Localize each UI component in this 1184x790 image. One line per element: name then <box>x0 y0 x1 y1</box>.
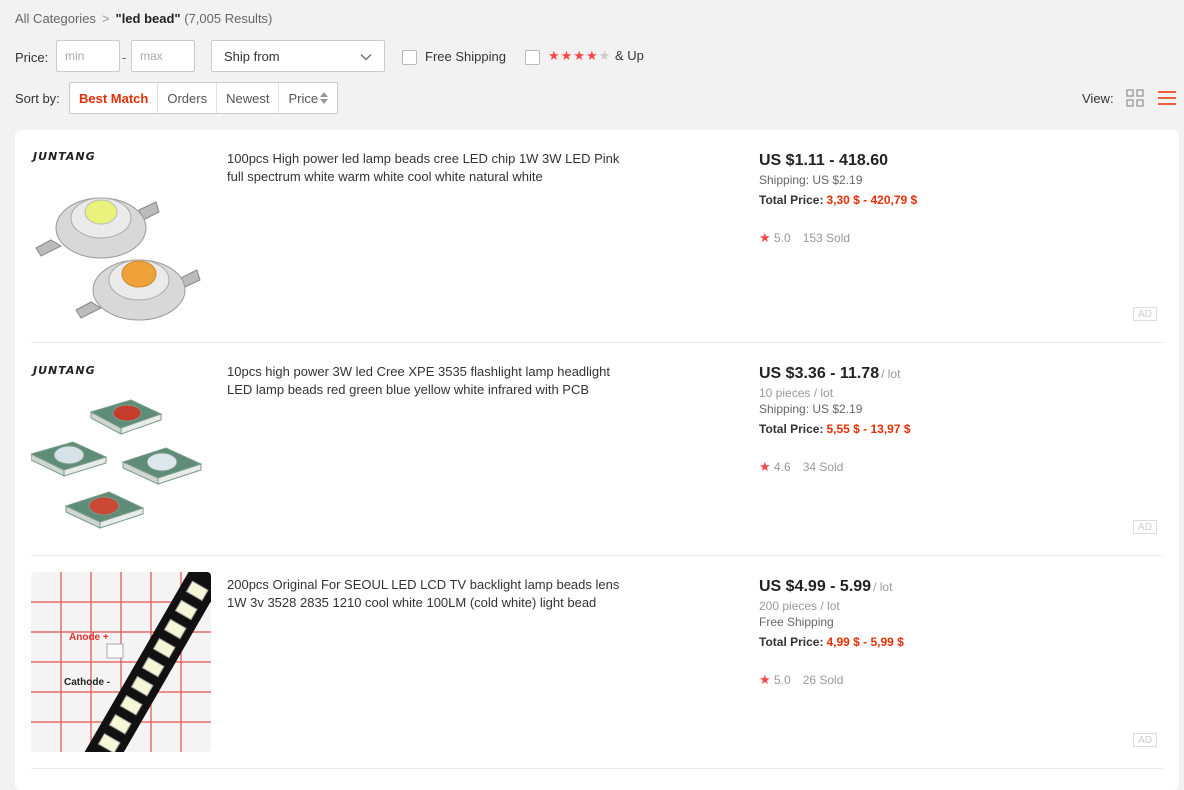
grid-view-icon[interactable] <box>1126 89 1144 110</box>
price-block: US $4.99 - 5.99/ lot 200 pieces / lot Fr… <box>759 578 1089 688</box>
star-icon: ★ <box>548 48 561 63</box>
ad-badge: AD <box>1133 520 1157 534</box>
rating-row: ★ 5.0 153 Sold <box>759 230 1089 246</box>
product-title[interactable]: 100pcs High power led lamp beads cree LE… <box>227 150 637 186</box>
rating-value: 5.0 <box>774 231 791 245</box>
sold-count: 34 Sold <box>802 460 844 474</box>
price-max-input[interactable] <box>131 40 195 72</box>
pieces-per-lot: 10 pieces / lot <box>759 386 834 400</box>
free-shipping-checkbox[interactable] <box>402 50 417 65</box>
price-value: US $3.36 - 11.78 <box>759 365 880 382</box>
sort-options: Best Match Orders Newest Price <box>69 82 339 114</box>
sort-best-match[interactable]: Best Match <box>70 83 157 113</box>
result-count: (7,005 Results) <box>184 11 273 26</box>
ship-from-label: Ship from <box>224 48 280 64</box>
star-icon: ★ <box>560 48 574 63</box>
price-value: US $4.99 - 5.99 <box>759 578 872 595</box>
total-price-value: 5,55 $ - 13,97 $ <box>826 422 911 436</box>
led-chip-image <box>35 197 201 321</box>
sold-count: 26 Sold <box>802 673 844 687</box>
anode-label: Anode + <box>69 632 109 643</box>
rating-filter-stars[interactable]: ★★★★★ <box>548 48 611 64</box>
pieces-per-lot: 200 pieces / lot <box>759 599 840 613</box>
price-block: US $1.11 - 418.60 Shipping: US $2.19 Tot… <box>759 152 1089 246</box>
total-price: Total Price: 4,99 $ - 5,99 $ <box>759 634 1089 650</box>
product-price: US $4.99 - 5.99/ lot <box>759 578 1089 596</box>
product-image[interactable]: JUNTANG <box>31 364 211 544</box>
led-chip-image <box>31 399 203 529</box>
star-icon: ★ <box>759 459 771 474</box>
sold-count: 153 Sold <box>802 231 851 245</box>
search-query: "led bead" <box>115 11 181 26</box>
breadcrumb: All Categories > "led bead" (7,005 Results… <box>15 11 272 26</box>
product-title[interactable]: 10pcs high power 3W led Cree XPE 3535 fl… <box>227 363 637 399</box>
product-list: JUNTANG 100pcs High power led lamp beads… <box>15 130 1179 790</box>
product-price: US $3.36 - 11.78/ lot <box>759 365 1089 383</box>
total-price-value: 3,30 $ - 420,79 $ <box>826 193 918 207</box>
brand-logo: JUNTANG <box>33 150 96 163</box>
total-price-value: 4,99 $ - 5,99 $ <box>826 635 904 649</box>
total-price-label: Total Price: <box>759 422 824 436</box>
rating-value: 4.6 <box>774 460 791 474</box>
sort-arrows-icon <box>320 92 329 104</box>
sort-newest[interactable]: Newest <box>216 83 278 113</box>
rating-value: 5.0 <box>774 673 791 687</box>
cathode-label: Cathode - <box>64 677 111 688</box>
price-min-input[interactable] <box>56 40 120 72</box>
product-image[interactable]: JUNTANG <box>31 150 211 330</box>
total-price-label: Total Price: <box>759 193 824 207</box>
total-price: Total Price: 3,30 $ - 420,79 $ <box>759 192 1089 208</box>
view-label: View: <box>1082 91 1114 106</box>
sort-by-label: Sort by: <box>15 91 60 106</box>
price-unit: / lot <box>873 580 893 594</box>
product-price: US $1.11 - 418.60 <box>759 152 888 169</box>
price-unit: / lot <box>881 367 901 381</box>
price-block: US $3.36 - 11.78/ lot 10 pieces / lot Sh… <box>759 365 1089 475</box>
price-range-dash: - <box>122 50 127 65</box>
star-empty-icon: ★ <box>598 48 612 63</box>
list-item[interactable]: JUNTANG 100pcs High power led lamp beads… <box>31 130 1163 343</box>
star-icon: ★ <box>759 672 771 687</box>
rating-row: ★ 5.0 26 Sold <box>759 672 1089 688</box>
chevron-down-icon <box>360 49 372 64</box>
sort-price[interactable]: Price <box>278 83 337 113</box>
sort-price-label: Price <box>288 90 319 106</box>
list-item[interactable]: JUNTANG 10pcs high power 3W led Cree XPE… <box>31 343 1163 556</box>
free-shipping-label[interactable]: Free Shipping <box>425 49 506 64</box>
list-view-icon[interactable] <box>1157 89 1177 110</box>
total-price-label: Total Price: <box>759 635 824 649</box>
star-icon: ★ <box>573 48 586 63</box>
price-filter-label: Price: <box>15 50 49 65</box>
breadcrumb-separator: > <box>101 11 110 26</box>
star-icon: ★ <box>585 48 599 63</box>
rating-and-up-label: & Up <box>615 48 644 63</box>
shipping-text: Shipping: US $2.19 <box>759 402 863 416</box>
brand-logo: JUNTANG <box>33 364 96 377</box>
ad-badge: AD <box>1133 307 1157 321</box>
rating-row: ★ 4.6 34 Sold <box>759 459 1089 475</box>
shipping-text: Free Shipping <box>759 615 834 629</box>
shipping-text: Shipping: US $2.19 <box>759 173 863 187</box>
led-strip-image <box>31 572 211 752</box>
product-image[interactable]: Anode + Cathode - <box>31 572 211 752</box>
rating-filter-checkbox[interactable] <box>525 50 540 65</box>
ad-badge: AD <box>1133 733 1157 747</box>
star-icon: ★ <box>759 230 771 245</box>
breadcrumb-root-link[interactable]: All Categories <box>15 11 96 26</box>
sort-orders[interactable]: Orders <box>157 83 216 113</box>
total-price: Total Price: 5,55 $ - 13,97 $ <box>759 421 1089 437</box>
ship-from-select[interactable]: Ship from <box>211 40 385 72</box>
divider <box>31 768 1163 769</box>
product-title[interactable]: 200pcs Original For SEOUL LED LCD TV bac… <box>227 576 637 612</box>
list-item[interactable]: Anode + Cathode - 200pcs Original For SE… <box>31 556 1163 769</box>
